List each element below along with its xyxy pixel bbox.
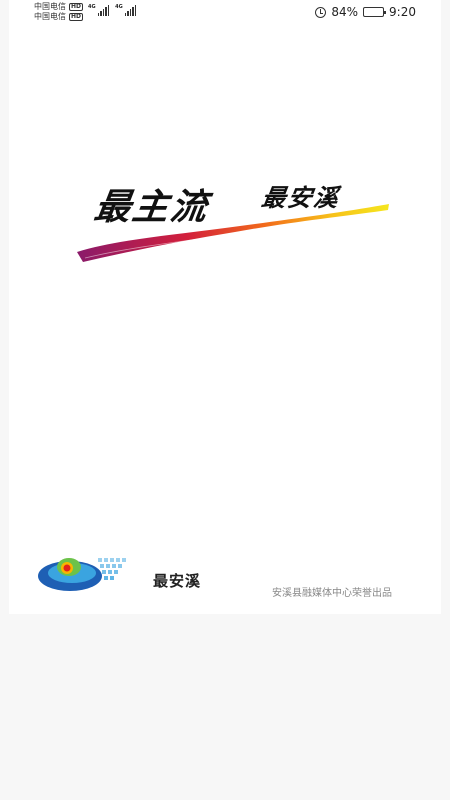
clock: 9:20 [389, 5, 416, 19]
status-right: 84% 9:20 [315, 5, 416, 19]
publisher-credit: 安溪县融媒体中心荣誉出品 [272, 588, 392, 599]
carrier-info: 中国电信 HD 中国电信 HD [34, 2, 84, 22]
battery-icon [363, 7, 387, 17]
alarm-icon [315, 6, 327, 18]
slogan-main: 最主流 [91, 186, 212, 228]
signal-icon: 4G [115, 4, 137, 16]
slogan-sub: 最安溪 [259, 183, 342, 212]
signal-indicators: 4G 4G [88, 4, 137, 16]
battery-percent: 84% [331, 5, 359, 19]
signal-icon: 4G [88, 4, 110, 16]
carrier-label-2: 中国电信 [34, 12, 66, 21]
hd-icon: HD [69, 13, 84, 21]
slogan-banner: 最主流 最安溪 [75, 170, 395, 270]
carrier-label-1: 中国电信 [34, 2, 66, 11]
status-bar: 中国电信 HD 中国电信 HD 4G 4G 84% 9:20 [0, 0, 450, 26]
anxi-media-logo-icon [38, 558, 126, 591]
splash-card [9, 0, 441, 614]
brand-name: 最安溪 [153, 572, 202, 590]
hd-icon: HD [69, 3, 84, 11]
